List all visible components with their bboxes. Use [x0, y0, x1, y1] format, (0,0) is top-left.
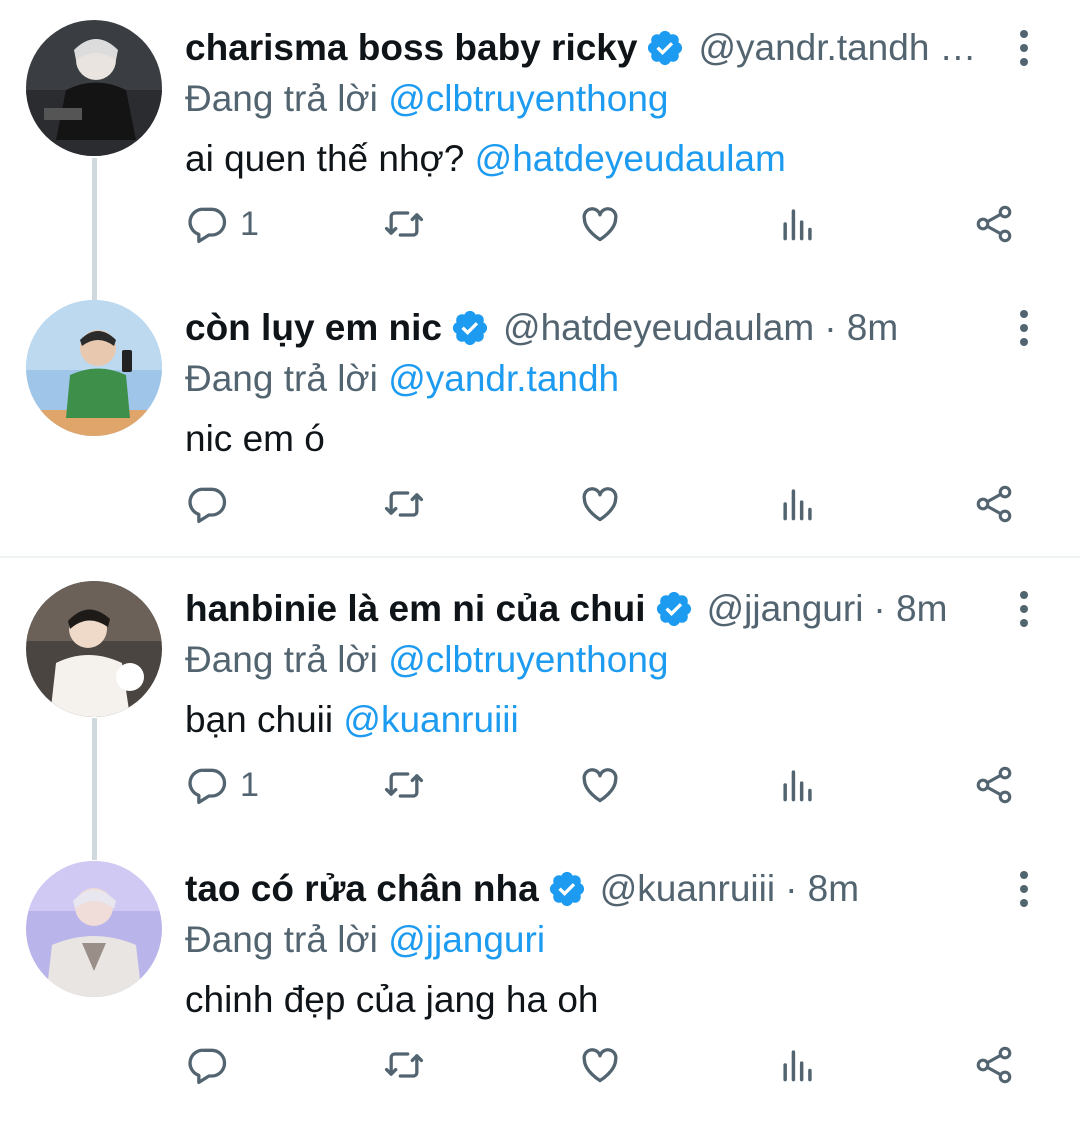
tweet-text-content: bạn chuii	[185, 699, 334, 740]
tweet-text: bạn chuii @kuanruiii	[185, 697, 519, 743]
action-bar: 1	[0, 753, 1080, 817]
retweet-icon	[384, 772, 424, 798]
retweet-button[interactable]	[382, 202, 426, 246]
views-button[interactable]	[776, 202, 820, 246]
heart-icon	[582, 207, 618, 242]
author-name[interactable]: hanbinie là em ni của chui	[185, 585, 646, 633]
share-icon	[976, 205, 1012, 243]
replying-to: Đang trả lời @clbtruyenthong	[185, 76, 668, 122]
tweet[interactable]: hanbinie là em ni của chui @jjanguri · 8…	[0, 561, 1080, 841]
tweet-text-content: ai quen thế nhợ?	[185, 138, 465, 179]
author-name[interactable]: còn lụy em nic	[185, 304, 442, 352]
views-button[interactable]	[776, 763, 820, 807]
more-options-icon[interactable]	[1004, 869, 1044, 909]
avatar[interactable]	[26, 20, 162, 156]
tweet[interactable]: charisma boss baby ricky @yandr.tandh … …	[0, 0, 1080, 280]
reply-button[interactable]	[186, 1043, 240, 1087]
share-button[interactable]	[972, 763, 1016, 807]
author-handle[interactable]: @hatdeyeudaulam	[503, 304, 814, 352]
verified-badge-icon	[549, 871, 584, 907]
replying-to-mention[interactable]: @yandr.tandh	[388, 358, 619, 399]
avatar[interactable]	[26, 861, 162, 997]
reply-button[interactable]: 1	[186, 763, 259, 807]
reply-icon	[188, 1048, 227, 1085]
views-button[interactable]	[776, 1043, 820, 1087]
like-button[interactable]	[578, 482, 622, 526]
heart-icon	[582, 487, 618, 522]
reply-icon	[188, 207, 227, 244]
action-bar: 1	[0, 192, 1080, 256]
replying-to: Đang trả lời @clbtruyenthong	[185, 637, 668, 683]
verified-badge-icon	[452, 310, 488, 346]
heart-icon	[582, 768, 618, 803]
retweet-icon	[384, 491, 424, 517]
share-icon	[976, 485, 1012, 523]
action-bar	[0, 1033, 1080, 1097]
replying-to-mention[interactable]: @clbtruyenthong	[388, 639, 668, 680]
views-icon	[783, 770, 812, 802]
timestamp: · 8m	[824, 307, 899, 348]
more-options-icon[interactable]	[1004, 589, 1044, 629]
replying-to-label: Đang trả lời	[185, 639, 378, 680]
avatar[interactable]	[26, 300, 162, 436]
replying-to-label: Đang trả lời	[185, 919, 378, 960]
reply-button[interactable]	[186, 482, 240, 526]
share-button[interactable]	[972, 202, 1016, 246]
author-name[interactable]: charisma boss baby ricky	[185, 24, 637, 72]
author-handle[interactable]: @kuanruiii	[600, 865, 775, 913]
verified-badge-icon	[656, 591, 691, 627]
retweet-button[interactable]	[382, 1043, 426, 1087]
share-button[interactable]	[972, 482, 1016, 526]
action-bar	[0, 472, 1080, 536]
views-icon	[783, 209, 812, 241]
like-button[interactable]	[578, 202, 622, 246]
timestamp: · 8m	[873, 588, 948, 629]
views-icon	[783, 489, 812, 521]
replying-to-mention[interactable]: @clbtruyenthong	[388, 78, 668, 119]
tweet[interactable]: tao có rửa chân nha @kuanruiii · 8m Đang…	[0, 841, 1080, 1121]
share-icon	[976, 1046, 1012, 1084]
tweet-text: chinh đẹp của jang ha oh	[185, 977, 599, 1023]
tweet-text: nic em ó	[185, 416, 325, 462]
author-name[interactable]: tao có rửa chân nha	[185, 865, 539, 913]
tweet-text-content: nic em ó	[185, 418, 325, 459]
timestamp: · 8m	[785, 868, 860, 909]
replying-to-mention[interactable]: @jjanguri	[388, 919, 545, 960]
retweet-button[interactable]	[382, 763, 426, 807]
reply-count: 1	[240, 204, 259, 243]
tweet[interactable]: còn lụy em nic @hatdeyeudaulam · 8m Đang…	[0, 280, 1080, 560]
share-icon	[976, 766, 1012, 804]
tweet-mention[interactable]: @hatdeyeudaulam	[475, 138, 786, 179]
heart-icon	[582, 1048, 618, 1083]
like-button[interactable]	[578, 1043, 622, 1087]
tweet-text-content: chinh đẹp của jang ha oh	[185, 979, 599, 1020]
share-button[interactable]	[972, 1043, 1016, 1087]
retweet-button[interactable]	[382, 482, 426, 526]
views-icon	[783, 1050, 812, 1082]
replying-to: Đang trả lời @jjanguri	[185, 917, 545, 963]
avatar[interactable]	[26, 581, 162, 717]
reply-icon	[188, 487, 227, 524]
timestamp: …	[939, 27, 977, 68]
reply-button[interactable]: 1	[186, 202, 259, 246]
replying-to-label: Đang trả lời	[185, 358, 378, 399]
replying-to: Đang trả lời @yandr.tandh	[185, 356, 619, 402]
verified-badge-icon	[648, 30, 683, 66]
author-handle[interactable]: @yandr.tandh	[698, 24, 929, 72]
retweet-icon	[384, 1052, 424, 1078]
retweet-icon	[384, 211, 424, 237]
more-options-icon[interactable]	[1004, 28, 1044, 68]
views-button[interactable]	[776, 482, 820, 526]
tweet-mention[interactable]: @kuanruiii	[343, 699, 518, 740]
replying-to-label: Đang trả lời	[185, 78, 378, 119]
reply-count: 1	[240, 765, 259, 804]
reply-icon	[188, 768, 227, 805]
like-button[interactable]	[578, 763, 622, 807]
more-options-icon[interactable]	[1004, 308, 1044, 348]
author-handle[interactable]: @jjanguri	[707, 585, 864, 633]
tweet-text: ai quen thế nhợ? @hatdeyeudaulam	[185, 136, 786, 182]
